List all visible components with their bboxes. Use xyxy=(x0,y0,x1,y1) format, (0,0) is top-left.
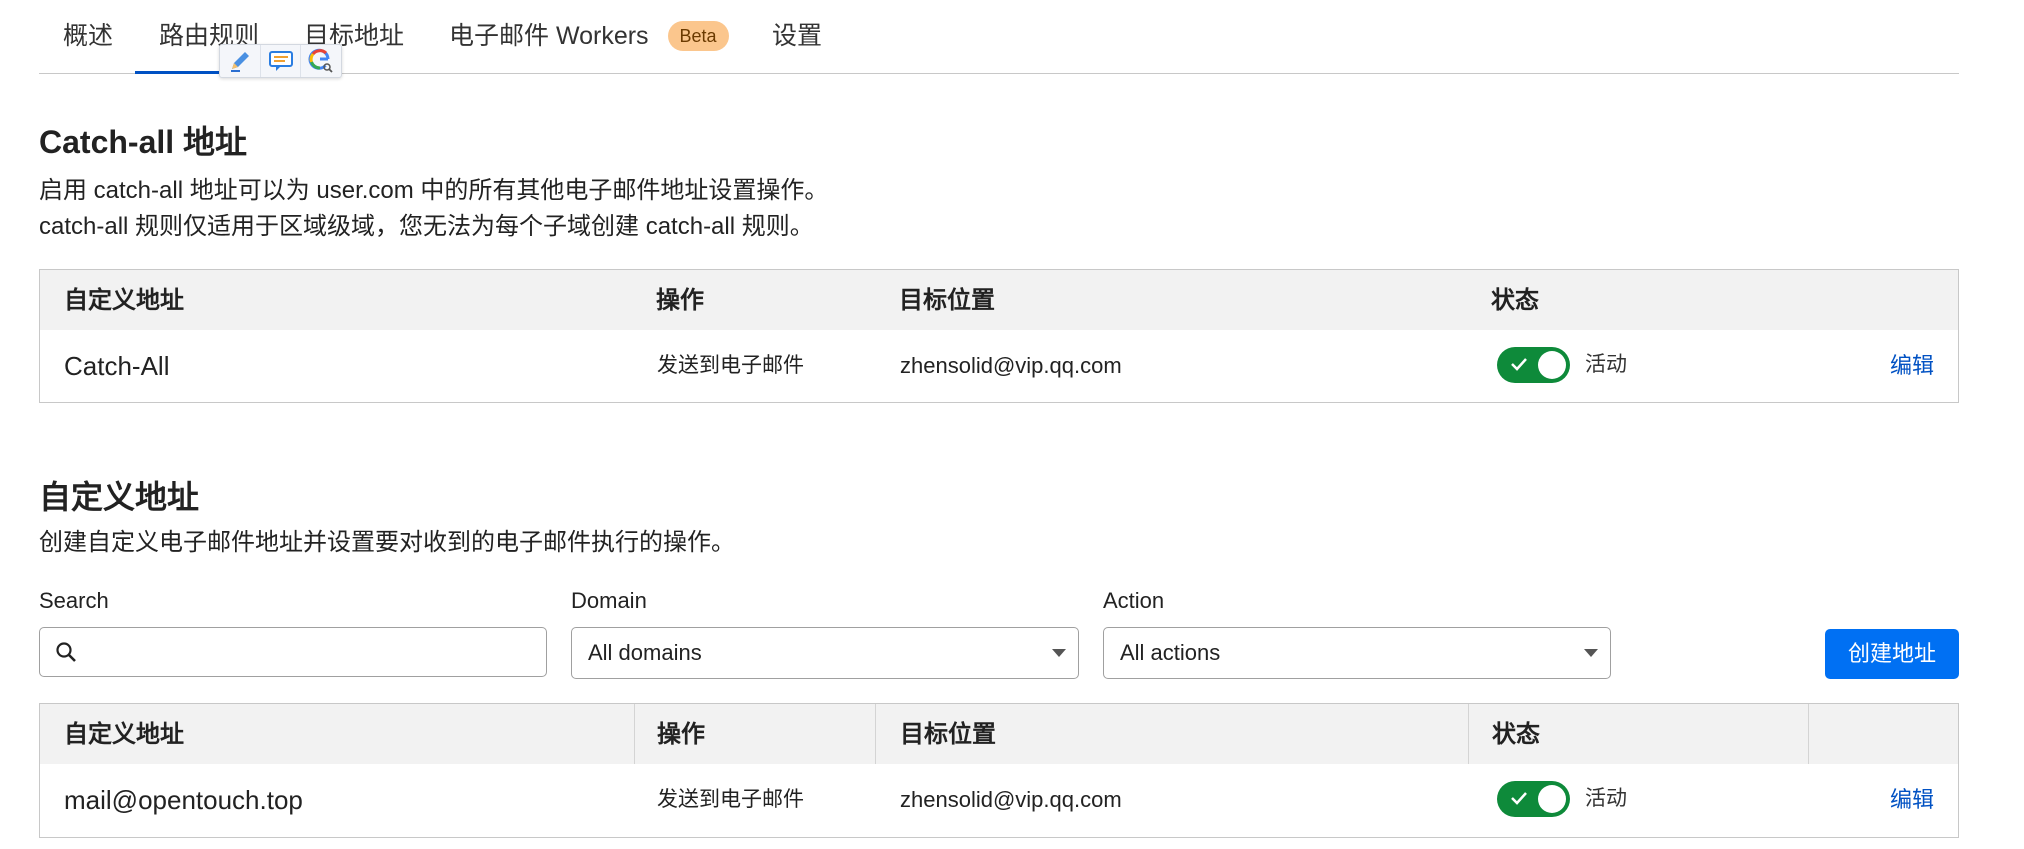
destination-cell: zhensolid@vip.qq.com xyxy=(900,787,1122,812)
column-header-status: 状态 xyxy=(1468,704,1808,764)
address-cell: Catch-All xyxy=(64,351,170,381)
column-header-status: 状态 xyxy=(1491,287,1539,314)
address-cell: mail@opentouch.top xyxy=(64,785,303,815)
domain-select-value: All domains xyxy=(588,640,702,665)
create-address-button[interactable]: 创建地址 xyxy=(1825,629,1959,679)
status-label: 活动 xyxy=(1585,353,1627,376)
column-header-action: 操作 xyxy=(656,287,704,314)
column-header-actions-empty xyxy=(1808,704,1959,764)
search-label: Search xyxy=(39,588,109,613)
destination-cell: zhensolid@vip.qq.com xyxy=(900,353,1122,378)
comment-icon[interactable] xyxy=(261,45,302,77)
custom-address-title: 自定义地址 xyxy=(39,479,200,515)
table-header: 自定义地址 操作 目标位置 状态 xyxy=(40,270,1958,330)
column-header-action: 操作 xyxy=(634,704,875,764)
edit-link[interactable]: 编辑 xyxy=(1890,330,1934,402)
search-input[interactable] xyxy=(88,634,532,672)
table-header: 自定义地址 操作 目标位置 状态 xyxy=(40,704,1958,764)
status-toggle[interactable] xyxy=(1497,781,1570,817)
domain-select[interactable]: All domains xyxy=(571,627,1079,679)
table-row: Catch-All 发送到电子邮件 zhensolid@vip.qq.com 活… xyxy=(40,330,1958,402)
edit-link[interactable]: 编辑 xyxy=(1890,764,1934,836)
check-icon xyxy=(1511,792,1527,805)
column-header-destination: 目标位置 xyxy=(875,704,1468,764)
action-cell: 发送到电子邮件 xyxy=(657,354,804,377)
tab-overview[interactable]: 概述 xyxy=(63,14,113,59)
action-cell: 发送到电子邮件 xyxy=(657,788,804,811)
status-label: 活动 xyxy=(1585,787,1627,810)
tab-settings[interactable]: 设置 xyxy=(772,14,822,59)
status-toggle[interactable] xyxy=(1497,347,1570,383)
tab-email-workers[interactable]: 电子邮件 Workers Beta xyxy=(449,14,729,59)
table-row: mail@opentouch.top 发送到电子邮件 zhensolid@vip… xyxy=(40,764,1958,836)
search-field[interactable] xyxy=(39,627,547,677)
column-header-destination: 目标位置 xyxy=(899,287,995,314)
chevron-down-icon xyxy=(1052,649,1066,657)
domain-label: Domain xyxy=(571,588,647,613)
column-header-address: 自定义地址 xyxy=(64,721,184,748)
action-select-value: All actions xyxy=(1120,640,1221,665)
search-icon xyxy=(56,642,76,662)
extension-toolbar xyxy=(219,44,342,78)
tab-label: 设置 xyxy=(772,22,823,50)
action-label: Action xyxy=(1103,588,1165,613)
catch-all-description-line2: catch-all 规则仅适用于区域级域，您无法为每个子域创建 catch-al… xyxy=(39,213,814,240)
check-icon xyxy=(1511,358,1527,371)
custom-address-table: 自定义地址 操作 目标位置 状态 mail@opentouch.top 发送到电… xyxy=(39,703,1959,838)
beta-badge: Beta xyxy=(667,21,729,51)
tab-label: 电子邮件 Workers xyxy=(449,22,649,50)
toggle-knob xyxy=(1538,351,1566,379)
pencil-icon[interactable] xyxy=(220,45,261,77)
action-select[interactable]: All actions xyxy=(1103,627,1611,679)
google-search-icon[interactable] xyxy=(301,45,341,77)
custom-address-description: 创建自定义电子邮件地址并设置要对收到的电子邮件执行的操作。 xyxy=(39,529,735,556)
chevron-down-icon xyxy=(1584,649,1598,657)
catch-all-title: Catch-all 地址 xyxy=(39,124,248,160)
column-header-address: 自定义地址 xyxy=(64,287,184,314)
toggle-knob xyxy=(1538,785,1566,813)
catch-all-description-line1: 启用 catch-all 地址可以为 user.com 中的所有其他电子邮件地址… xyxy=(39,177,829,204)
tab-label: 概述 xyxy=(63,22,114,50)
catch-all-table: 自定义地址 操作 目标位置 状态 Catch-All 发送到电子邮件 zhens… xyxy=(39,269,1959,403)
